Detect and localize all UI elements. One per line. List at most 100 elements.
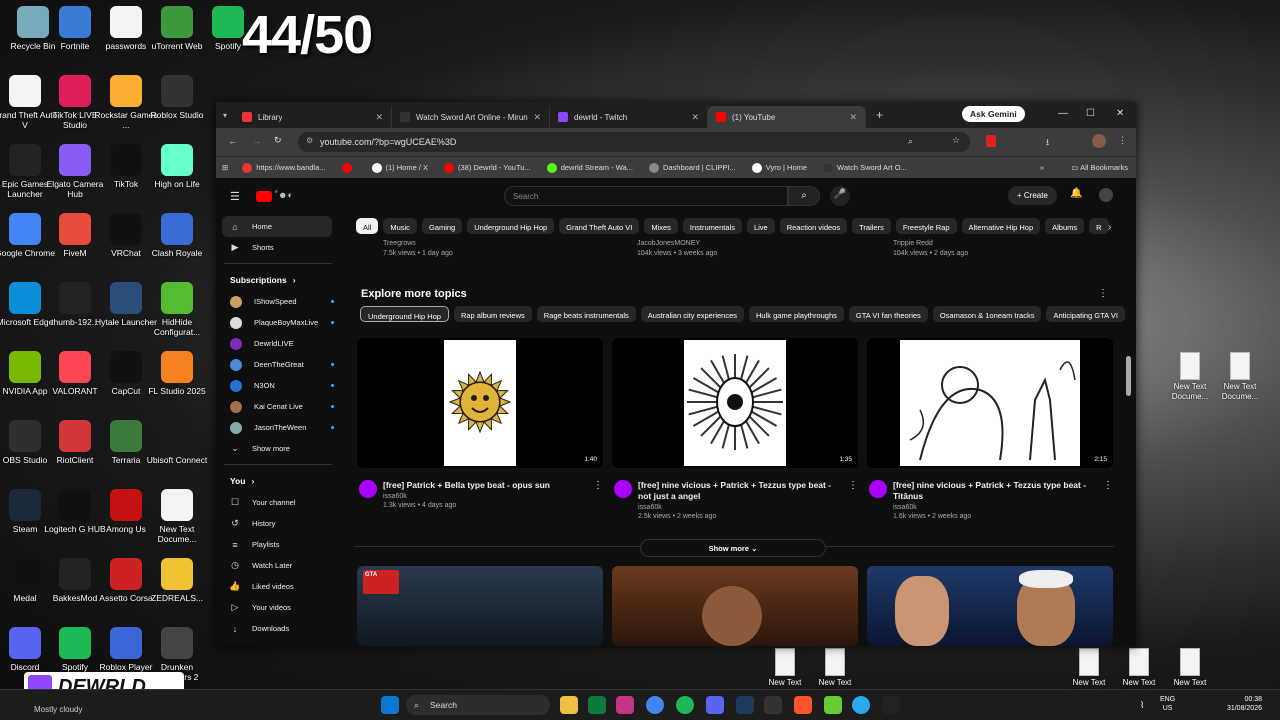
sidebar-item-you[interactable]: ◷ Watch Later [216, 555, 340, 576]
scrollbar-thumb[interactable] [1126, 356, 1131, 396]
utorrent-icon[interactable] [824, 696, 842, 714]
mic-icon[interactable]: 🎤 [830, 186, 850, 206]
close-tab-icon[interactable]: ✕ [533, 112, 541, 123]
video-title[interactable]: [free] Patrick + Bella type beat - opus … [383, 480, 589, 491]
search-button[interactable]: ⌕ [788, 186, 820, 206]
subscription-item[interactable]: Kai Cenat Live [216, 396, 340, 417]
bookmark[interactable] [334, 162, 364, 173]
video-thumbnail[interactable]: 1:35 [612, 338, 858, 468]
close-tab-icon[interactable]: ✕ [375, 112, 383, 123]
brave-icon[interactable] [794, 696, 812, 714]
video-info[interactable]: [free] Patrick + Bella type beat - opus … [383, 480, 589, 509]
wifi-icon[interactable]: ⌇ [1140, 700, 1144, 711]
notifications-bell-icon[interactable]: 🔔 [1070, 188, 1082, 199]
filter-chip[interactable]: R [1089, 218, 1109, 234]
filter-chip[interactable]: Instrumentals [682, 218, 742, 234]
bookmark[interactable]: https://www.bandla... [234, 162, 333, 173]
video-info[interactable]: Trippie Redd 104k views • 2 days ago [893, 238, 1113, 257]
desktop-icon[interactable]: New Text Docume... [144, 489, 210, 544]
bookmark[interactable]: Watch Sword Art O... [815, 162, 915, 173]
video-info[interactable]: JacobJonesMONEY 104k views • 3 weeks ago [637, 238, 857, 257]
video-thumbnail[interactable]: 1:40 [357, 338, 603, 468]
subscription-item[interactable]: IShowSpeed [216, 291, 340, 312]
video-title[interactable]: [free] nine vicious + Patrick + Tezzus t… [893, 480, 1099, 502]
ask-gemini-button[interactable]: Ask Gemini [962, 106, 1025, 122]
store-icon[interactable] [588, 696, 606, 714]
download-icon[interactable]: ⭳ [1046, 135, 1049, 151]
desktop-icon[interactable]: Roblox Studio [144, 75, 210, 120]
topic-chip[interactable]: GTA VI fan theories [848, 306, 928, 322]
url-bar[interactable]: youtube.com/?bp=wgUCEAE%3D [298, 132, 970, 152]
sidebar-item-home[interactable]: ⌂ Home [222, 216, 332, 237]
filter-chip[interactable]: Mixes [644, 218, 678, 234]
new-tab-button[interactable]: + [876, 108, 883, 122]
sidebar-item-you[interactable]: ↓ Downloads [216, 618, 340, 639]
explore-menu-icon[interactable]: ⋮ [1098, 288, 1108, 299]
chips-next-icon[interactable]: › [1108, 222, 1111, 233]
filter-chip[interactable]: Alternative Hip Hop [961, 218, 1041, 234]
channel-name[interactable]: issa60k [893, 504, 1099, 511]
channel-avatar[interactable] [614, 480, 632, 498]
close-window-icon[interactable]: ✕ [1116, 108, 1124, 119]
zoom-icon[interactable]: ⌕ [908, 136, 913, 147]
sidebar-item-you[interactable]: ☐ Your channel [216, 492, 340, 513]
create-button[interactable]: + Create [1008, 186, 1057, 205]
reload-icon[interactable]: ↻ [274, 135, 282, 146]
desktop-icon[interactable]: Spotify [195, 6, 261, 51]
show-more-button[interactable]: Show more ⌄ [640, 539, 826, 557]
telegram-icon[interactable] [852, 696, 870, 714]
desktop-icon[interactable]: FL Studio 2025 [144, 351, 210, 396]
bookmark[interactable]: Vyro | Home [744, 162, 815, 173]
weather-label[interactable]: Mostly cloudy [34, 705, 82, 714]
sidebar-item-you[interactable]: 👍 Liked videos [216, 576, 340, 597]
vegas-icon[interactable] [736, 696, 754, 714]
doodle-logo[interactable]: ˚☻◐ [275, 190, 293, 200]
youtube-logo-icon[interactable] [256, 191, 272, 202]
video-thumbnail[interactable]: 2:15 [867, 338, 1113, 468]
menu-icon[interactable]: ⋮ [1118, 135, 1127, 146]
channel-name[interactable]: issa60k [638, 504, 844, 511]
minimize-icon[interactable]: — [1058, 108, 1068, 119]
topic-chip[interactable]: Rap album reviews [453, 306, 532, 322]
new-text-document[interactable]: New Text Docume... [1211, 352, 1269, 402]
video-thumbnail[interactable]: GTA [357, 566, 603, 646]
subscription-item[interactable]: DewrldLIVE [216, 333, 340, 354]
desktop-icon[interactable]: Clash Royale [144, 213, 210, 258]
topic-chip[interactable]: Osamason & 1oneam tracks [932, 306, 1042, 322]
you-header[interactable]: You › [216, 470, 340, 492]
hamburger-icon[interactable]: ☰ [230, 190, 240, 203]
close-tab-icon[interactable]: ✕ [849, 112, 857, 123]
sidebar-item-you[interactable]: ▷ Your videos [216, 597, 340, 618]
video-menu-icon[interactable]: ⋮ [593, 480, 603, 491]
more-bookmarks-icon[interactable]: » [1040, 163, 1044, 172]
desktop-icon[interactable]: ZEDREALS... [144, 558, 210, 603]
filter-chip[interactable]: Trailers [852, 218, 891, 234]
subscription-item[interactable]: DeenTheGreat [216, 354, 340, 375]
browser-tab[interactable]: Watch Sword Art Online - Mirun ✕ [392, 106, 550, 128]
browser-tab[interactable]: dewrld - Twitch ✕ [550, 106, 708, 128]
filter-chip[interactable]: Underground Hip Hop [467, 218, 555, 234]
browser-tab[interactable]: Library ✕ [234, 106, 392, 128]
apps-grid-icon[interactable]: ⊞ [216, 163, 234, 172]
filter-chip[interactable]: Freestyle Rap [895, 218, 957, 234]
bookmark[interactable]: Dashboard | CLIPPI... [641, 162, 744, 173]
filter-chip[interactable]: Albums [1045, 218, 1085, 234]
all-bookmarks[interactable]: ▭ All Bookmarks [1071, 163, 1128, 172]
desktop-icon[interactable]: Ubisoft Connect [144, 420, 210, 465]
chrome-icon[interactable] [646, 696, 664, 714]
bookmark[interactable]: (38) Dewrld - YouTu... [436, 162, 539, 173]
video-thumbnail[interactable] [867, 566, 1113, 646]
file-explorer-icon[interactable] [560, 696, 578, 714]
filter-chip[interactable]: Live [746, 218, 775, 234]
topic-chip[interactable]: Anticipating GTA VI [1046, 306, 1125, 322]
extension-icon[interactable] [986, 135, 996, 147]
subscription-item[interactable]: JasonTheWeen [216, 417, 340, 438]
subscriptions-header[interactable]: Subscriptions › [216, 269, 340, 291]
filter-chip[interactable]: Grand Theft Auto VI [559, 218, 640, 234]
channel-name[interactable]: issa60k [383, 493, 589, 500]
discord-icon[interactable] [706, 696, 724, 714]
filter-chip[interactable]: Reaction videos [779, 218, 848, 234]
subscription-item[interactable]: PlaqueBoyMaxLive [216, 312, 340, 333]
filter-chip[interactable]: Music [383, 218, 417, 234]
topic-chip[interactable]: Hulk game playthroughs [749, 306, 844, 322]
